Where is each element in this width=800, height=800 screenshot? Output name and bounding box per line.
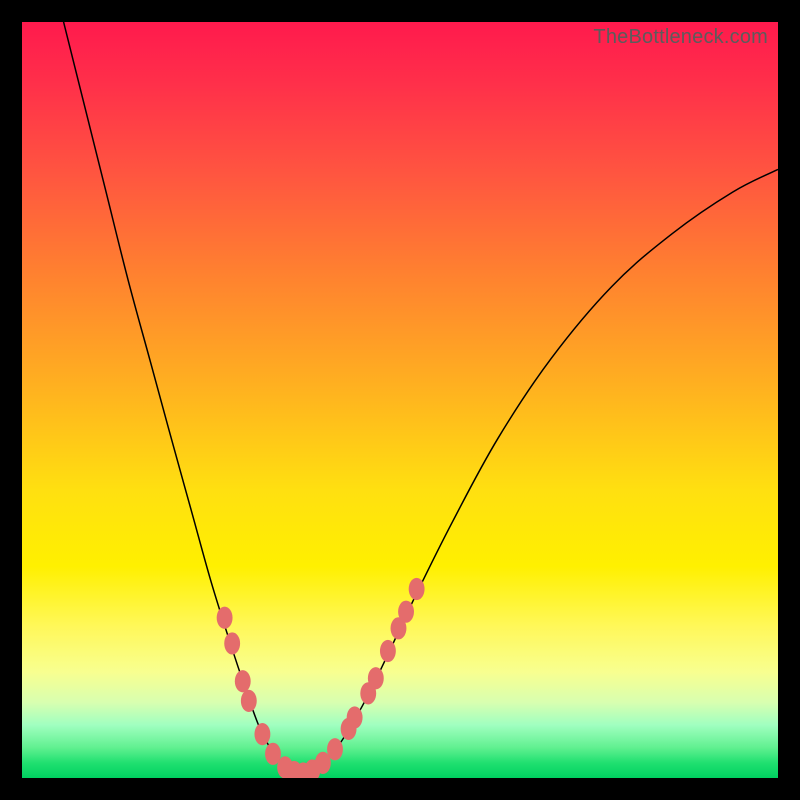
valley-marker [409,578,425,600]
valley-marker [235,670,251,692]
watermark-text: TheBottleneck.com [593,26,768,49]
valley-marker [224,632,240,654]
valley-marker [217,607,233,629]
chart-svg [22,22,778,778]
valley-marker [368,667,384,689]
valley-marker [254,723,270,745]
left-curve [64,22,302,773]
valley-marker [327,738,343,760]
valley-marker [398,601,414,623]
valley-markers [217,578,425,778]
valley-marker [380,640,396,662]
valley-marker [241,690,257,712]
valley-marker [347,706,363,728]
outer-frame: TheBottleneck.com [0,0,800,800]
plot-area: TheBottleneck.com [22,22,778,778]
